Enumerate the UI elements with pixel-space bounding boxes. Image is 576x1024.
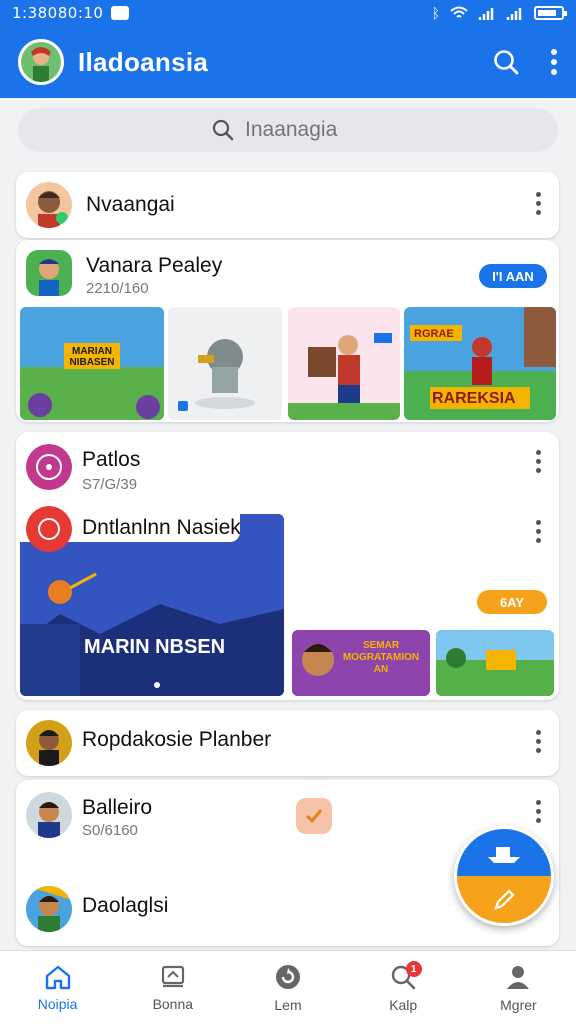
avatar <box>26 182 72 228</box>
notification-icon <box>111 6 130 20</box>
status-icons: ᛒ <box>431 5 567 21</box>
search-input[interactable] <box>245 118 365 142</box>
card-title: Vanara Pealey <box>86 254 223 277</box>
bluetooth-icon: ᛒ <box>431 5 440 21</box>
more-vert-icon[interactable] <box>535 730 541 753</box>
ship-icon <box>488 846 520 863</box>
thumb-caption: RAREKSIA <box>432 390 516 407</box>
more-vert-icon[interactable] <box>535 192 541 215</box>
banner-text: MARIN NBSEN <box>84 636 226 658</box>
list-card[interactable]: Ropdakosie Planber <box>16 710 559 776</box>
list-card[interactable]: Patlos S7/G/39 Dntlanlnn Nasiek MARIN NB… <box>16 432 559 700</box>
nav-item-profile[interactable]: Mgrer <box>461 951 576 1024</box>
bottom-nav: Noipia Bonna Lem 1 Kalp Mgrer <box>0 950 576 1024</box>
card-title: Balleiro <box>82 796 153 819</box>
game-thumbnail[interactable] <box>168 307 282 420</box>
status-pill[interactable]: 6AY <box>477 590 547 614</box>
nav-label: Bonna <box>152 995 194 1012</box>
status-time: 1:38080:10 <box>12 4 104 22</box>
status-bar: 1:38080:10 ᛒ <box>0 0 576 26</box>
thumb-tag: RGRAE <box>414 328 454 340</box>
card-subtitle: S7/G/39 <box>82 476 138 493</box>
signal-icon <box>478 8 494 20</box>
avatar <box>26 250 72 296</box>
notification-badge: 1 <box>405 961 422 977</box>
card-title: Patlos <box>82 448 141 471</box>
card-title: Daolaglsi <box>82 894 169 917</box>
nav-item-home[interactable]: Noipia <box>0 951 115 1024</box>
nav-item-inbox[interactable]: Bonna <box>115 951 230 1024</box>
refresh-icon <box>276 964 300 989</box>
signal-icon-2 <box>506 8 522 20</box>
search-bar[interactable] <box>18 108 558 152</box>
battery-icon <box>534 6 567 20</box>
game-thumbnail[interactable] <box>436 630 554 696</box>
wifi-icon <box>450 6 468 18</box>
avatar <box>26 886 72 932</box>
thumb-caption: MARIAN NIBASEN <box>69 346 115 368</box>
avatar <box>26 506 72 552</box>
card-title: Nvaangai <box>86 193 175 216</box>
app-title: Iladoansia <box>78 46 209 77</box>
avatar <box>26 720 72 766</box>
nav-item-refresh[interactable]: Lem <box>230 951 345 1024</box>
pencil-icon <box>494 888 515 910</box>
search-icon[interactable] <box>492 48 520 76</box>
nav-label: Mgrer <box>500 996 537 1013</box>
status-pill[interactable]: I'I AAN <box>479 264 547 288</box>
nav-label: Lem <box>274 996 302 1013</box>
more-vert-icon[interactable] <box>550 49 558 75</box>
app-logo[interactable] <box>18 39 64 85</box>
nav-label: Kalp <box>389 996 418 1013</box>
more-vert-icon[interactable] <box>535 520 541 543</box>
carousel-dot <box>154 682 160 688</box>
search-icon <box>212 119 234 141</box>
nav-label: Noipia <box>37 995 78 1012</box>
card-subtitle: S0/6160 <box>82 822 138 839</box>
profile-icon <box>507 965 530 989</box>
thumb-caption: SEMAR MOGRATAMION AN <box>342 640 420 675</box>
list-card[interactable]: Vanara Pealey 2210/160 I'I AAN MARIAN NI… <box>16 240 559 422</box>
card-title: Dntlanlnn Nasiek <box>82 516 241 539</box>
app-badge-icon <box>296 798 332 834</box>
nav-item-search[interactable]: 1 Kalp <box>346 951 461 1024</box>
app-bar: Iladoansia <box>0 26 576 98</box>
avatar <box>26 444 72 490</box>
avatar <box>26 792 72 838</box>
more-vert-icon[interactable] <box>535 800 541 823</box>
floating-action-button[interactable] <box>454 826 554 926</box>
home-icon <box>45 965 70 989</box>
inbox-icon <box>161 965 184 987</box>
card-title: Ropdakosie Planber <box>82 728 272 751</box>
more-vert-icon[interactable] <box>535 450 541 473</box>
game-thumbnail[interactable] <box>288 307 400 420</box>
list-card[interactable]: Nvaangai <box>16 172 559 238</box>
card-subtitle: 2210/160 <box>86 280 149 297</box>
